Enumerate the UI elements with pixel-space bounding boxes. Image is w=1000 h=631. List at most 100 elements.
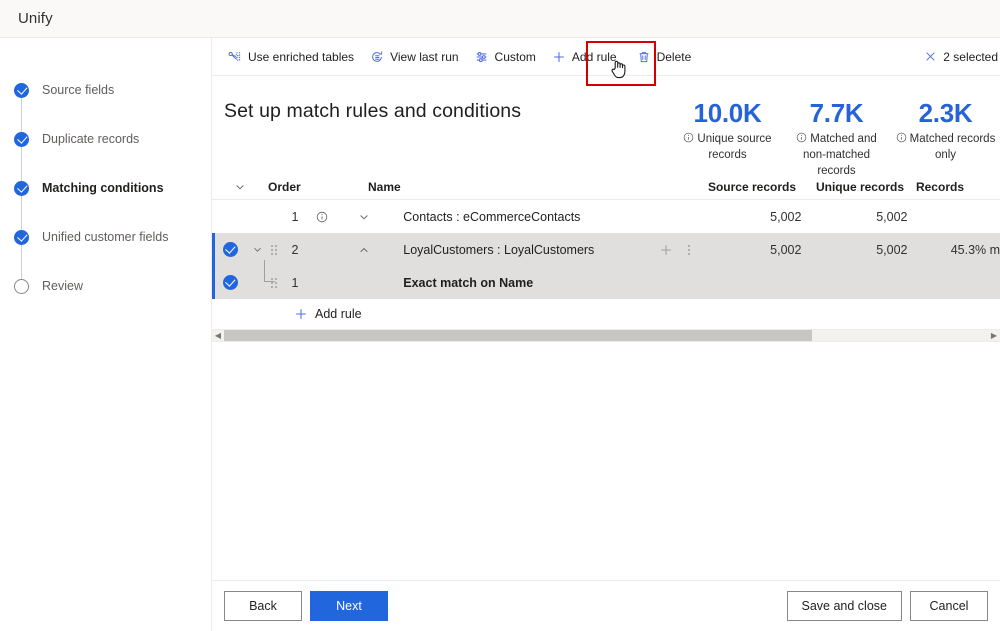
row-order-value: 1 (291, 275, 299, 290)
row-order: 1 (291, 209, 299, 224)
kpi-value: 7.7K (809, 98, 864, 128)
command-label: View last run (390, 49, 459, 64)
kpi-label: Unique source records (673, 131, 782, 163)
row-order: 1 (264, 259, 308, 290)
command-label: Add rule (571, 49, 617, 64)
scroll-right-arrow-icon[interactable]: ▶ (988, 329, 1000, 342)
close-icon (924, 50, 937, 63)
row-checkbox[interactable] (212, 242, 249, 257)
tree-connector (264, 259, 276, 282)
custom-button[interactable]: Custom (467, 41, 544, 73)
command-bar-items: Use enriched tables View last run Custom… (220, 41, 699, 73)
sidebar-step-label: Matching conditions (42, 181, 164, 195)
table-header-row: Order Name Source records Unique records… (212, 174, 1000, 200)
scrollbar-thumb[interactable] (224, 330, 813, 341)
sliders-icon (475, 50, 489, 64)
trash-icon (637, 50, 651, 64)
row-more-options-icon[interactable] (687, 243, 691, 257)
wizard-steps: Source fields Duplicate records Matching… (0, 78, 211, 298)
table-row[interactable]: 2 LoyalCustomers : LoyalCustomers 5,002 … (212, 233, 1000, 266)
delete-button[interactable]: Delete (629, 41, 700, 73)
plus-icon (294, 307, 308, 321)
row-unique-records: 5,002 (876, 209, 908, 224)
step-complete-icon (14, 229, 29, 245)
sidebar-step-label: Unified customer fields (42, 230, 169, 244)
match-rules-table: Order Name Source records Unique records… (212, 174, 1000, 342)
app-title: Unify (18, 10, 53, 27)
checkbox-checked-icon (222, 242, 238, 257)
sidebar-step-matching-conditions[interactable]: Matching conditions (0, 176, 211, 200)
column-header-records[interactable]: Records (904, 180, 964, 194)
kpi-group: 10.0K Unique source records 7.7K Matched… (673, 98, 1000, 179)
sidebar-step-source-fields[interactable]: Source fields (0, 78, 211, 102)
row-collapse-toggle[interactable] (335, 211, 393, 223)
row-checkbox[interactable] (212, 275, 249, 290)
command-bar: Use enriched tables View last run Custom… (212, 38, 1000, 86)
next-button[interactable]: Next (310, 591, 388, 621)
wizard-sidebar: Source fields Duplicate records Matching… (0, 38, 212, 631)
row-order: 2 (291, 242, 299, 257)
cancel-button[interactable]: Cancel (910, 591, 988, 621)
checkbox-checked-icon (222, 275, 238, 290)
row-source-records: 5,002 (770, 209, 802, 224)
main-content: Use enriched tables View last run Custom… (212, 38, 1000, 631)
row-expand-chevron-icon[interactable] (249, 244, 266, 255)
selection-count-label: 2 selected (943, 49, 998, 64)
info-icon[interactable] (683, 132, 694, 143)
kpi-label-line1: Unique source (697, 133, 772, 145)
step-complete-icon (14, 131, 29, 147)
kpi-label: Matched and non-matched records (782, 131, 891, 179)
page-header: Set up match rules and conditions 10.0K … (212, 76, 1000, 177)
row-name: Contacts : eCommerceContacts (403, 209, 581, 224)
table-row[interactable]: 1 Exact match on Name (212, 259, 1000, 299)
view-last-run-button[interactable]: View last run (362, 41, 466, 73)
info-icon[interactable] (796, 132, 807, 143)
sidebar-step-label: Review (42, 279, 83, 293)
column-header-source-records[interactable]: Source records (698, 180, 796, 194)
scroll-left-arrow-icon[interactable]: ◀ (212, 329, 224, 342)
selection-status: 2 selected (916, 41, 1000, 73)
kpi-unique-source-records: 10.0K Unique source records (673, 98, 782, 179)
column-header-unique-records[interactable]: Unique records (796, 180, 904, 194)
table-row[interactable]: 1 Contacts : eCommerceContacts 5,002 5,0… (212, 200, 1000, 233)
kpi-label-line2: only (934, 149, 957, 161)
kpi-matched-records-only: 2.3K Matched records only (891, 98, 1000, 179)
row-unique-records: 5,002 (876, 242, 908, 257)
save-and-close-button[interactable]: Save and close (786, 591, 902, 621)
command-label: Use enriched tables (248, 49, 355, 64)
command-label: Custom (494, 49, 536, 64)
row-add-condition-icon[interactable] (659, 243, 673, 257)
row-info-icon[interactable] (308, 211, 335, 223)
step-complete-icon (14, 180, 29, 196)
kpi-label: Matched records only (891, 131, 1000, 163)
history-icon (370, 50, 384, 64)
horizontal-scrollbar[interactable]: ◀ ▶ (212, 329, 1000, 342)
clear-selection-button[interactable]: 2 selected (916, 41, 1000, 73)
column-header-order[interactable]: Order (268, 180, 368, 194)
sidebar-step-unified-customer-fields[interactable]: Unified customer fields (0, 225, 211, 249)
back-button[interactable]: Back (224, 591, 302, 621)
step-pending-icon (14, 278, 29, 294)
column-header-name[interactable]: Name (368, 180, 698, 194)
step-complete-icon (14, 82, 29, 98)
row-name: LoyalCustomers : LoyalCustomers (403, 242, 595, 257)
kpi-label-line2: records (708, 149, 747, 161)
add-rule-link[interactable]: Add rule (212, 299, 1000, 329)
command-label: Delete (656, 49, 692, 64)
sidebar-step-review[interactable]: Review (0, 274, 211, 298)
app-header: Unify (0, 0, 1000, 38)
kpi-label-line1: Matched and (810, 133, 877, 145)
row-name: Exact match on Name (403, 275, 534, 290)
enriched-tables-icon (228, 50, 242, 64)
kpi-matched-and-non-matched-records: 7.7K Matched and non-matched records (782, 98, 891, 179)
use-enriched-tables-button[interactable]: Use enriched tables (220, 41, 362, 73)
expand-all-chevron-icon[interactable] (212, 181, 268, 193)
unify-match-rules-page: Unify Source fields Duplicate records Ma… (0, 0, 1000, 631)
sidebar-step-duplicate-records[interactable]: Duplicate records (0, 127, 211, 151)
row-drag-handle[interactable] (266, 244, 281, 256)
footer-actions: Back Next Save and close Cancel (212, 580, 1000, 631)
add-rule-button[interactable]: Add rule (544, 41, 625, 73)
info-icon[interactable] (896, 132, 907, 143)
scrollbar-track[interactable] (224, 329, 988, 342)
row-collapse-toggle[interactable] (335, 244, 393, 256)
